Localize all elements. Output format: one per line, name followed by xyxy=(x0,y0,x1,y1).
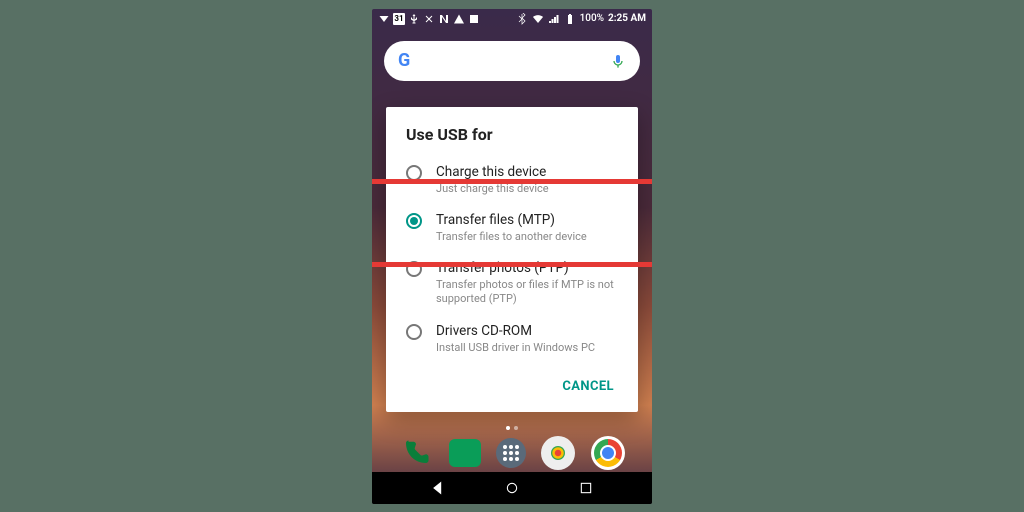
app-drawer-icon[interactable] xyxy=(496,438,526,468)
radio-icon xyxy=(406,213,422,229)
option-title: Drivers CD-ROM xyxy=(436,323,595,339)
cancel-button[interactable]: CANCEL xyxy=(552,373,624,400)
option-title: Transfer photos (PTP) xyxy=(436,260,618,276)
radio-icon xyxy=(406,165,422,181)
home-button[interactable] xyxy=(504,480,520,496)
option-title: Charge this device xyxy=(436,164,549,180)
usb-option-ptp[interactable]: Transfer photos (PTP) Transfer photos or… xyxy=(386,252,638,315)
recents-button[interactable] xyxy=(578,480,594,496)
chrome-app-icon[interactable] xyxy=(591,436,625,470)
status-bar: 31 100% 2:25 AM xyxy=(372,9,652,29)
option-subtitle: Just charge this device xyxy=(436,182,549,196)
page-indicator xyxy=(372,426,652,430)
usb-option-mtp[interactable]: Transfer files (MTP) Transfer files to a… xyxy=(386,204,638,252)
option-subtitle: Transfer files to another device xyxy=(436,230,587,244)
usb-option-charge[interactable]: Charge this device Just charge this devi… xyxy=(386,156,638,204)
messages-app-icon[interactable] xyxy=(449,439,481,467)
back-button[interactable] xyxy=(430,480,446,496)
wifi-icon xyxy=(532,13,544,25)
google-search-bar[interactable]: G xyxy=(384,41,640,81)
app-dock xyxy=(372,436,652,470)
option-title: Transfer files (MTP) xyxy=(436,212,587,228)
battery-percent: 100% xyxy=(580,13,604,24)
notification-icon xyxy=(378,13,390,25)
google-logo: G xyxy=(398,50,410,71)
mic-icon[interactable] xyxy=(610,51,626,71)
battery-icon xyxy=(564,13,576,25)
dialog-title: Use USB for xyxy=(386,125,638,156)
radio-icon xyxy=(406,324,422,340)
bluetooth-icon xyxy=(516,13,528,25)
radio-icon xyxy=(406,261,422,277)
screenshot-icon xyxy=(468,13,480,25)
usb-icon xyxy=(408,13,420,25)
usb-dialog: Use USB for Charge this device Just char… xyxy=(386,107,638,412)
usb-option-cdrom[interactable]: Drivers CD-ROM Install USB driver in Win… xyxy=(386,315,638,363)
option-subtitle: Install USB driver in Windows PC xyxy=(436,341,595,355)
calendar-date-icon: 31 xyxy=(393,13,405,25)
camera-app-icon[interactable] xyxy=(541,436,575,470)
clock: 2:25 AM xyxy=(608,13,646,24)
debug-icon xyxy=(423,13,435,25)
navigation-bar xyxy=(372,472,652,504)
phone-app-icon[interactable] xyxy=(399,436,433,470)
n-icon xyxy=(438,13,450,25)
warning-icon xyxy=(453,13,465,25)
phone-frame: 31 100% 2:25 AM G Use USB for Charge thi… xyxy=(372,9,652,504)
option-subtitle: Transfer photos or files if MTP is not s… xyxy=(436,278,618,307)
signal-icon xyxy=(548,13,560,25)
